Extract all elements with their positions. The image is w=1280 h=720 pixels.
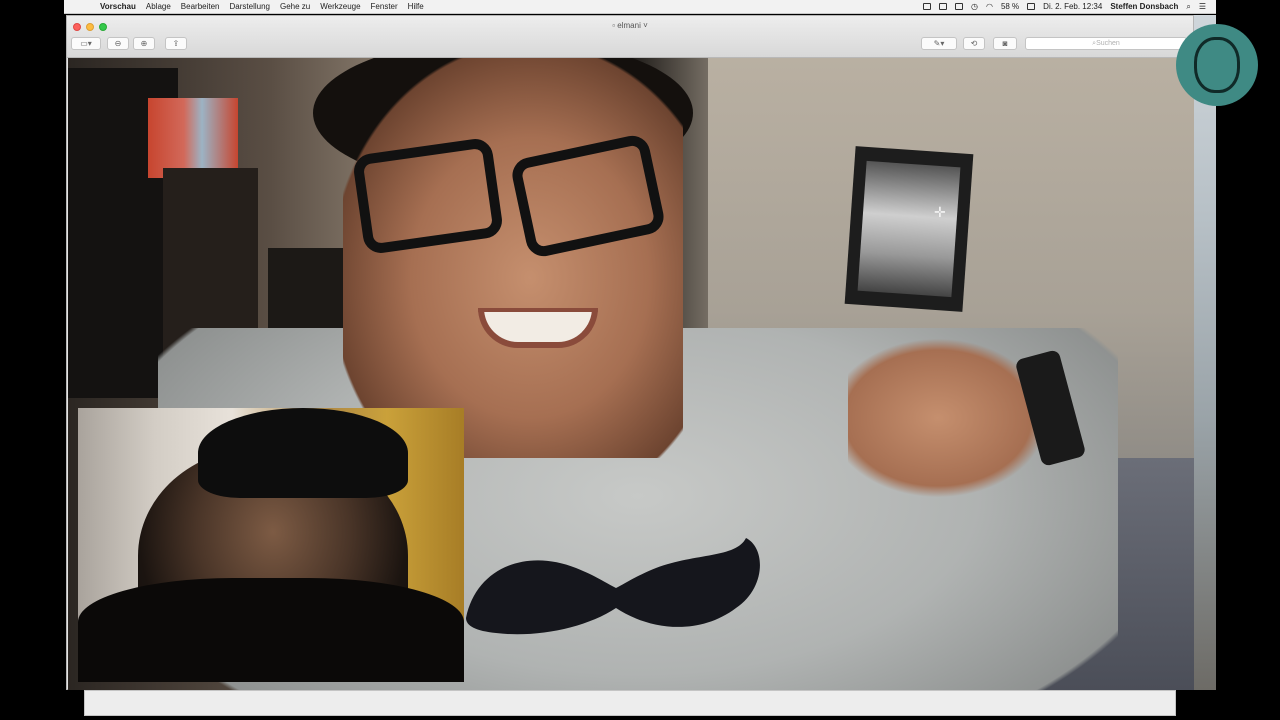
zoom-in-icon: ⊕ <box>140 39 148 48</box>
search-field[interactable]: ⌕ Suchen <box>1025 37 1187 50</box>
recording-icon[interactable] <box>922 3 931 10</box>
menu-fenster[interactable]: Fenster <box>371 2 398 11</box>
channel-avatar <box>1176 24 1258 106</box>
menu-gehe-zu[interactable]: Gehe zu <box>280 2 310 11</box>
status-area: ◷ ◠ 58 % Di. 2. Feb. 12:34 Steffen Donsb… <box>915 2 1206 12</box>
avatar-face-icon <box>1194 37 1240 93</box>
face-shape <box>343 58 683 458</box>
menu-bearbeiten[interactable]: Bearbeiten <box>181 2 220 11</box>
camera-button[interactable]: ◙ <box>993 37 1017 50</box>
rotate-button[interactable]: ⟲ <box>963 37 985 50</box>
sidebar-toggle-button[interactable]: ▭▾ <box>71 37 101 50</box>
zoom-in-button[interactable]: ⊕ <box>133 37 155 50</box>
rotate-icon: ⟲ <box>970 39 978 48</box>
webcam-body-shape <box>78 578 464 682</box>
mustache-print <box>466 538 760 635</box>
menu-items: Vorschau Ablage Bearbeiten Darstellung G… <box>100 2 434 11</box>
markup-button[interactable]: ✎▾ <box>921 37 957 50</box>
title-chevron-icon: ˅ <box>640 21 648 30</box>
picture-frame-photo <box>857 160 961 298</box>
markup-pen-icon: ✎▾ <box>933 39 945 48</box>
menu-bar: Vorschau Ablage Bearbeiten Darstellung G… <box>64 0 1216 14</box>
menu-vorschau[interactable]: Vorschau <box>100 2 136 11</box>
glasses-shape <box>351 132 668 260</box>
camera-icon: ◙ <box>1002 39 1008 48</box>
share-button[interactable]: ⇪ <box>165 37 187 50</box>
search-placeholder: Suchen <box>1096 40 1120 47</box>
background-window <box>1194 15 1216 690</box>
zoom-out-button[interactable]: ⊖ <box>107 37 129 50</box>
time-machine-icon[interactable]: ◷ <box>971 2 978 11</box>
webcam-overlay <box>78 408 464 682</box>
left-lens <box>351 136 505 256</box>
spotlight-icon[interactable]: ⌕ <box>1186 2 1190 12</box>
notification-center-icon[interactable]: ☰ <box>1199 2 1206 11</box>
share-icon: ⇪ <box>172 39 180 48</box>
sidebar-toggle-icon: ▭▾ <box>80 39 92 48</box>
wifi-icon[interactable]: ◠ <box>986 2 993 11</box>
menu-ablage[interactable]: Ablage <box>146 2 171 11</box>
menu-hilfe[interactable]: Hilfe <box>408 2 424 11</box>
airplay-icon[interactable] <box>954 3 963 10</box>
webcam-cap-shape <box>198 408 408 498</box>
picture-frame <box>844 146 974 312</box>
battery-percent[interactable]: 58 % <box>1001 2 1019 11</box>
user-name[interactable]: Steffen Donsbach <box>1110 2 1178 11</box>
display-icon[interactable] <box>938 3 947 10</box>
right-lens <box>509 132 667 260</box>
menu-darstellung[interactable]: Darstellung <box>230 2 270 11</box>
battery-icon[interactable] <box>1027 3 1036 10</box>
bottom-window-strip <box>84 690 1176 716</box>
crosshair-cursor-icon: ✛ <box>934 204 946 220</box>
menu-werkzeuge[interactable]: Werkzeuge <box>320 2 360 11</box>
title-bar: ▫ elmani ˅ ▭▾ ⊖ ⊕ ⇪ ✎▾ ⟲ ◙ ⌕ Suchen <box>67 16 1193 58</box>
clock[interactable]: Di. 2. Feb. 12:34 <box>1043 2 1102 11</box>
window-title-text: elmani <box>617 21 641 30</box>
window-title[interactable]: ▫ elmani ˅ <box>67 21 1193 30</box>
shelf-items-shape <box>148 98 238 178</box>
zoom-out-icon: ⊖ <box>114 39 122 48</box>
